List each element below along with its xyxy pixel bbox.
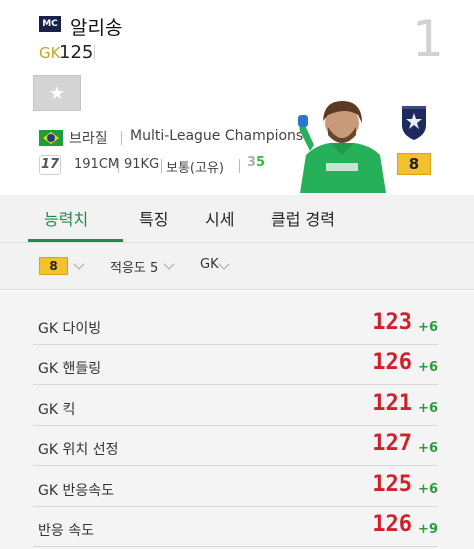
stat-label: GK 핸들링	[38, 361, 102, 377]
nation-name: 브라질	[69, 131, 108, 147]
active-tab-indicator	[28, 239, 123, 242]
champions-emblem-icon	[402, 106, 426, 140]
stat-row: GK 킥 121 +6	[33, 386, 438, 426]
stat-bonus: +6	[418, 401, 438, 416]
stat-bonus: +6	[418, 441, 438, 456]
rank-number: 1	[412, 10, 444, 68]
stat-value: 126	[372, 350, 412, 375]
league-name: Multi-League Champions	[130, 128, 304, 144]
position-filter-value: GK	[200, 257, 219, 272]
divider	[239, 159, 240, 173]
foot-rating-icon: 35	[247, 155, 265, 170]
weak-foot: 3	[247, 155, 257, 170]
stat-row: GK 다이빙 123 +6	[33, 305, 438, 345]
stat-bonus: +9	[418, 522, 438, 537]
season-badge: MC	[39, 16, 61, 32]
chevron-down-icon	[218, 258, 230, 270]
tab-stats[interactable]: 능력치	[44, 206, 88, 230]
stat-label: GK 반응속도	[38, 483, 114, 499]
star-icon: ★	[48, 82, 66, 104]
tab-price[interactable]: 시세	[205, 206, 234, 230]
stat-bonus: +6	[418, 320, 438, 335]
strong-foot: 5	[256, 155, 266, 170]
stats-list: GK 다이빙 123 +6 GK 핸들링 126 +6 GK 킥 121 +6 …	[0, 291, 474, 549]
detail-tabs: 능력치 특징 시세 클럽 경력	[0, 195, 474, 243]
stat-value: 127	[372, 431, 412, 456]
enhance-level-badge: 8	[397, 153, 431, 175]
adaptability-value: 적응도 5	[110, 261, 159, 276]
stat-value: 126	[372, 512, 412, 537]
player-photo	[298, 101, 386, 193]
player-header: MC 알리송 GK 125 1 ★ 브라질 Multi-League Champ…	[0, 0, 474, 195]
divider	[94, 45, 95, 60]
stat-row: GK 반응속도 125 +6	[33, 467, 438, 507]
position-label: GK	[39, 44, 61, 62]
stat-value: 125	[372, 472, 412, 497]
body-type: 보통(고유)	[166, 161, 224, 176]
overall-rating: 125	[59, 42, 94, 63]
stat-label: 반응 속도	[38, 523, 94, 539]
stat-label: GK 위치 선정	[38, 442, 119, 458]
brazil-flag-icon	[39, 130, 63, 146]
chevron-down-icon	[73, 258, 85, 270]
stat-row: GK 핸들링 126 +6	[33, 345, 438, 385]
divider	[121, 131, 122, 145]
chevron-down-icon	[163, 258, 175, 270]
height: 191CM	[74, 157, 120, 172]
stat-bonus: +6	[418, 360, 438, 375]
stat-label: GK 킥	[38, 402, 76, 418]
favorite-button[interactable]: ★	[33, 75, 81, 111]
stat-value: 121	[372, 391, 412, 416]
age-badge: 17	[39, 155, 61, 175]
filter-bar: 8 적응도 5 GK	[0, 243, 474, 290]
stat-row: 반응 속도 126 +9	[33, 507, 438, 547]
stat-value: 123	[372, 310, 412, 335]
tab-traits[interactable]: 특징	[139, 206, 168, 230]
stat-row: GK 위치 선정 127 +6	[33, 426, 438, 466]
player-name: 알리송	[70, 17, 123, 39]
stat-bonus: +6	[418, 482, 438, 497]
stat-label: GK 다이빙	[38, 321, 102, 337]
enhance-level-value: 8	[39, 257, 68, 275]
weight: 91KG	[124, 157, 160, 172]
tab-club-career[interactable]: 클럽 경력	[271, 206, 335, 230]
divider	[118, 159, 119, 173]
divider	[161, 159, 162, 173]
